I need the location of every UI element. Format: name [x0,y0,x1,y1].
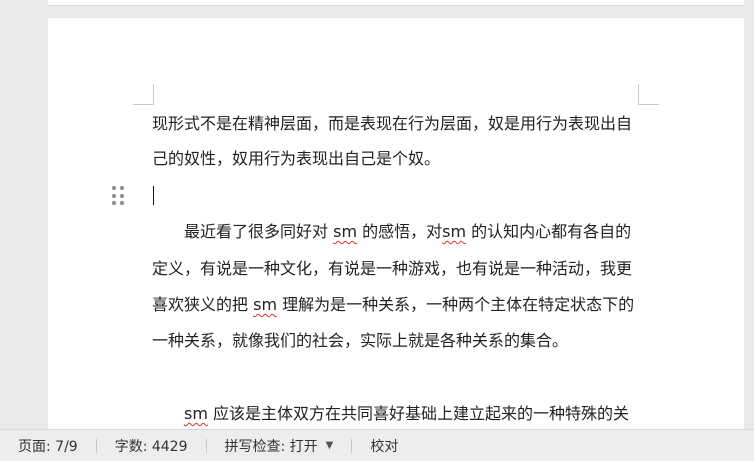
document-page[interactable]: 现形式不是在精神层面，而是表现在行为层面，奴是用行为表现出自 己的奴性，奴用行为… [48,18,744,438]
text-run: 的感悟，对 [362,222,443,241]
spellcheck-toggle[interactable]: 拼写检查: 打开 ▼ [207,436,352,456]
paragraph-line[interactable]: 喜欢狭义的把 sm 理解为是一种关系，一种两个主体在特定状态下的 [152,295,642,315]
word-count[interactable]: 字数: 4429 [97,436,206,456]
status-bar: 页面: 7/9 字数: 4429 拼写检查: 打开 ▼ 校对 [0,429,754,461]
chevron-down-icon[interactable]: ▼ [326,440,334,451]
misspelled-word[interactable]: sm [253,295,277,314]
text-run: 最近看了很多同好对 [184,222,329,241]
text-run: 应该是主体双方在共同喜好基础上建立起来的一种特殊的关 [213,404,630,423]
spellcheck-label: 拼写检查: 打开 [224,438,318,455]
misspelled-word[interactable]: sm [184,404,208,423]
paragraph-line[interactable]: 己的奴性，奴用行为表现出自己是个奴。 [152,149,642,169]
margin-corner-top-right [638,84,659,105]
paragraph-line[interactable]: 定义，有说是一种文化，有说是一种游戏，也有说是一种活动，我更 [152,259,642,279]
text-cursor [153,186,154,205]
text-run: 喜欢狭义的把 [152,295,249,314]
margin-corner-top-left [133,84,154,105]
text-run: 理解为是一种关系，一种两个主体在特定状态下的 [282,295,635,314]
paragraph-line[interactable]: 一种关系，就像我们的社会，实际上就是各种关系的集合。 [152,331,642,351]
misspelled-word[interactable]: sm [442,222,466,241]
previous-page-edge [48,0,744,6]
text-run: 的认知内心都有各自的 [471,222,632,241]
page-indicator[interactable]: 页面: 7/9 [0,436,96,456]
paragraph-line[interactable]: sm 应该是主体双方在共同喜好基础上建立起来的一种特殊的关 [152,404,642,424]
paragraph-line[interactable]: 现形式不是在精神层面，而是表现在行为层面，奴是用行为表现出自 [152,114,642,134]
paragraph-line[interactable]: 最近看了很多同好对 sm 的感悟，对sm 的认知内心都有各自的 [152,222,642,242]
misspelled-word[interactable]: sm [333,222,357,241]
drag-handle-icon[interactable] [112,186,124,206]
proofread-button[interactable]: 校对 [352,436,416,456]
